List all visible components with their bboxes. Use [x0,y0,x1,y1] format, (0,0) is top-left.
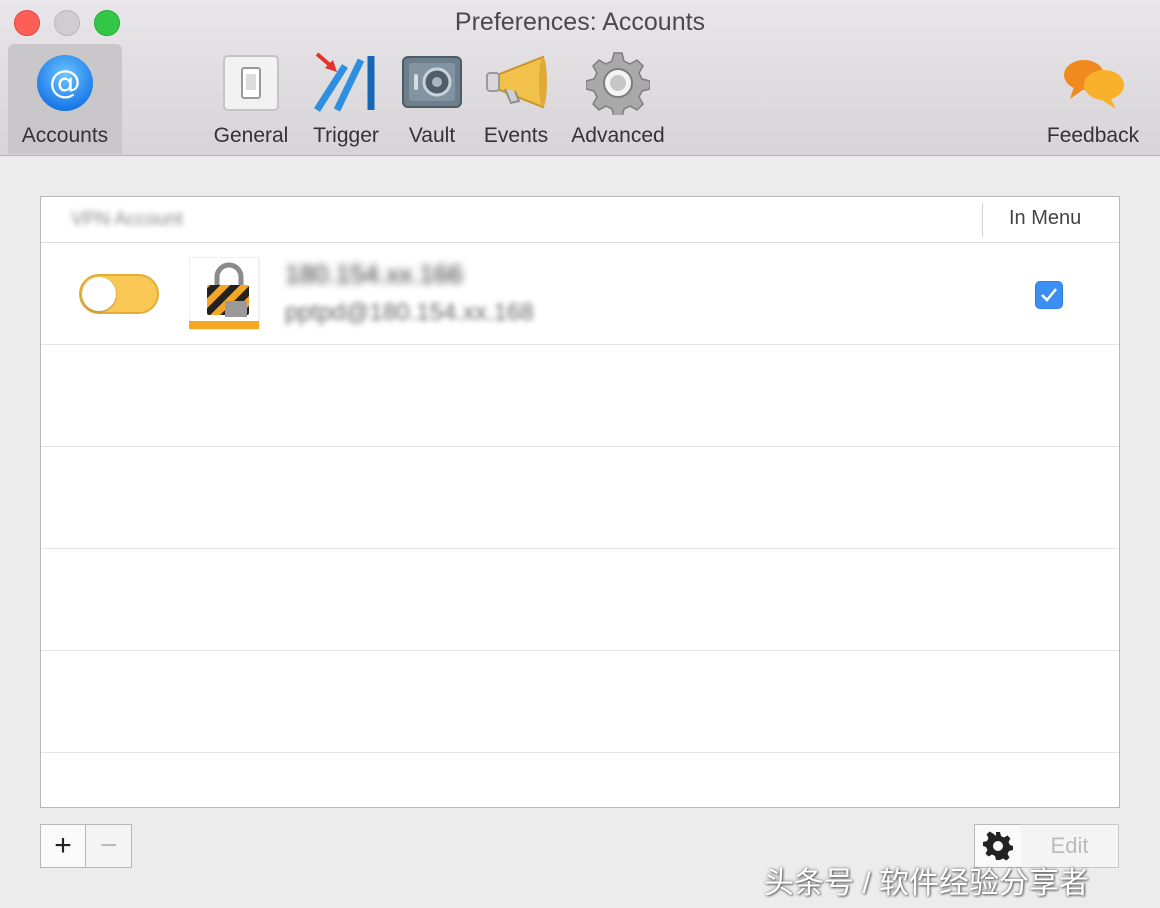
window-title: Preferences: Accounts [454,8,706,36]
tab-trigger-label: Trigger [313,124,379,147]
gear-icon [585,50,651,116]
trigger-icon [313,50,379,116]
table-row-empty[interactable] [41,651,1119,753]
tab-vault[interactable]: Vault [396,44,468,154]
tab-accounts-label: Accounts [21,124,109,147]
tab-feedback-label: Feedback [1046,124,1140,147]
vault-icon [399,50,465,116]
column-header-in-menu[interactable]: In Menu [1009,207,1081,230]
table-row-empty[interactable] [41,549,1119,651]
tab-trigger[interactable]: Trigger [304,44,388,154]
table-row-empty[interactable] [41,753,1119,807]
tab-general[interactable]: General [206,44,296,154]
tab-events-label: Events [483,124,549,147]
table-row[interactable]: 180.154.xx.166 pptpd@180.154.xx.168 [41,243,1119,345]
tab-advanced[interactable]: Advanced [564,44,672,154]
table-header: VPN Account In Menu [41,197,1119,243]
account-name: 180.154.xx.166 [285,259,463,289]
megaphone-icon [483,50,549,116]
accounts-table[interactable]: VPN Account In Menu 180.154.xx.166 pptpd… [40,196,1120,808]
tab-accounts[interactable]: @ Accounts [8,44,122,154]
toolbar: Preferences: Accounts @ Accounts General… [0,0,1160,156]
preferences-window: Preferences: Accounts @ Accounts General… [0,0,1160,908]
remove-account-button[interactable]: − [86,824,132,868]
chat-bubbles-icon [1060,50,1126,116]
svg-text:@: @ [49,63,81,101]
account-enable-toggle[interactable] [79,274,159,314]
column-header-name[interactable]: VPN Account [71,209,183,231]
table-row-empty[interactable] [41,345,1119,447]
table-row-empty[interactable] [41,447,1119,549]
tab-advanced-label: Advanced [571,124,665,147]
at-sign-icon: @ [32,50,98,116]
in-menu-checkbox[interactable] [1035,281,1063,309]
gear-icon [983,831,1013,861]
add-account-button[interactable]: + [40,824,86,868]
toggle-knob [82,277,116,311]
add-remove-segment: + − [40,824,132,868]
tab-vault-label: Vault [408,124,456,147]
tab-events[interactable]: Events [476,44,556,154]
checkmark-icon [1041,288,1057,302]
vpn-lock-icon [188,256,261,333]
account-subtitle: pptpd@180.154.xx.168 [285,299,534,326]
column-divider [982,203,983,237]
tab-feedback[interactable]: Feedback [1038,44,1148,154]
watermark-text: 头条号 / 软件经验分享者 [764,867,1090,900]
tab-general-label: General [213,124,289,147]
light-switch-icon [218,50,284,116]
